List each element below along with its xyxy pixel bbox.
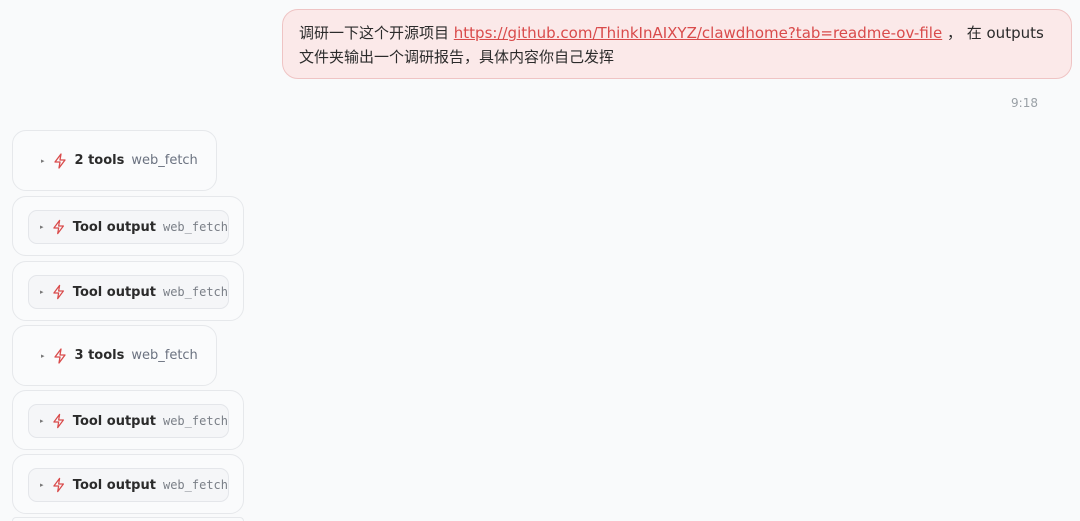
lightning-icon xyxy=(52,219,64,235)
caret-right-icon[interactable]: ▸ xyxy=(41,157,45,165)
tool-output-card: ▸ Tool output web_fetch xyxy=(12,390,244,450)
tool-output-toggle[interactable]: ▸ Tool output web_fetch xyxy=(28,404,229,438)
tool-group-header[interactable]: ▸ 2 tools web_fetch xyxy=(41,131,198,190)
tool-output-card: ▸ Tool output web_fetch xyxy=(12,454,244,514)
tool-output-label: Tool output xyxy=(72,219,156,235)
tool-output-toggle[interactable]: ▸ Tool output web_fetch xyxy=(28,275,229,309)
tool-group-card[interactable]: ▸ 3 tools web_fetch xyxy=(12,325,217,386)
tool-output-card: ▸ Tool output web_fetch xyxy=(12,196,244,256)
caret-right-icon[interactable]: ▸ xyxy=(40,223,44,231)
repo-link[interactable]: https://github.com/ThinkInAIXYZ/clawdhom… xyxy=(454,24,942,42)
lightning-icon xyxy=(52,284,64,300)
tool-name: web_fetch xyxy=(162,478,228,492)
tool-output-toggle[interactable]: ▸ Tool output web_fetch xyxy=(28,210,229,244)
lightning-icon xyxy=(53,347,66,364)
lightning-icon xyxy=(52,477,64,493)
lightning-icon xyxy=(53,152,66,169)
caret-right-icon[interactable]: ▸ xyxy=(40,417,44,425)
tool-output-toggle[interactable]: ▸ Tool output web_fetch xyxy=(28,468,229,502)
tool-group-card[interactable]: ▸ 2 tools web_fetch xyxy=(12,130,217,191)
caret-right-icon[interactable]: ▸ xyxy=(40,481,44,489)
tool-name: web_fetch xyxy=(131,153,198,168)
user-message-bubble: 调研一下这个开源项目 https://github.com/ThinkInAIX… xyxy=(282,9,1072,79)
tool-name: web_fetch xyxy=(162,220,228,234)
caret-right-icon[interactable]: ▸ xyxy=(40,288,44,296)
tool-group-header[interactable]: ▸ 3 tools web_fetch xyxy=(41,326,198,385)
message-timestamp: 9:18 xyxy=(1011,96,1038,110)
caret-right-icon[interactable]: ▸ xyxy=(41,352,45,360)
tool-name: web_fetch xyxy=(162,285,228,299)
tool-output-label: Tool output xyxy=(72,284,156,300)
user-message-text-before: 调研一下这个开源项目 xyxy=(299,24,454,42)
tool-group-label: 2 tools xyxy=(74,153,125,168)
tool-name: web_fetch xyxy=(162,414,228,428)
tool-output-card-partial xyxy=(12,517,244,521)
tool-name: web_fetch xyxy=(131,348,198,363)
tool-output-card: ▸ Tool output web_fetch xyxy=(12,261,244,321)
tool-output-label: Tool output xyxy=(72,477,156,493)
tool-group-label: 3 tools xyxy=(74,348,125,363)
lightning-icon xyxy=(52,413,64,429)
chat-page: 调研一下这个开源项目 https://github.com/ThinkInAIX… xyxy=(0,0,1080,521)
tool-output-label: Tool output xyxy=(72,413,156,429)
